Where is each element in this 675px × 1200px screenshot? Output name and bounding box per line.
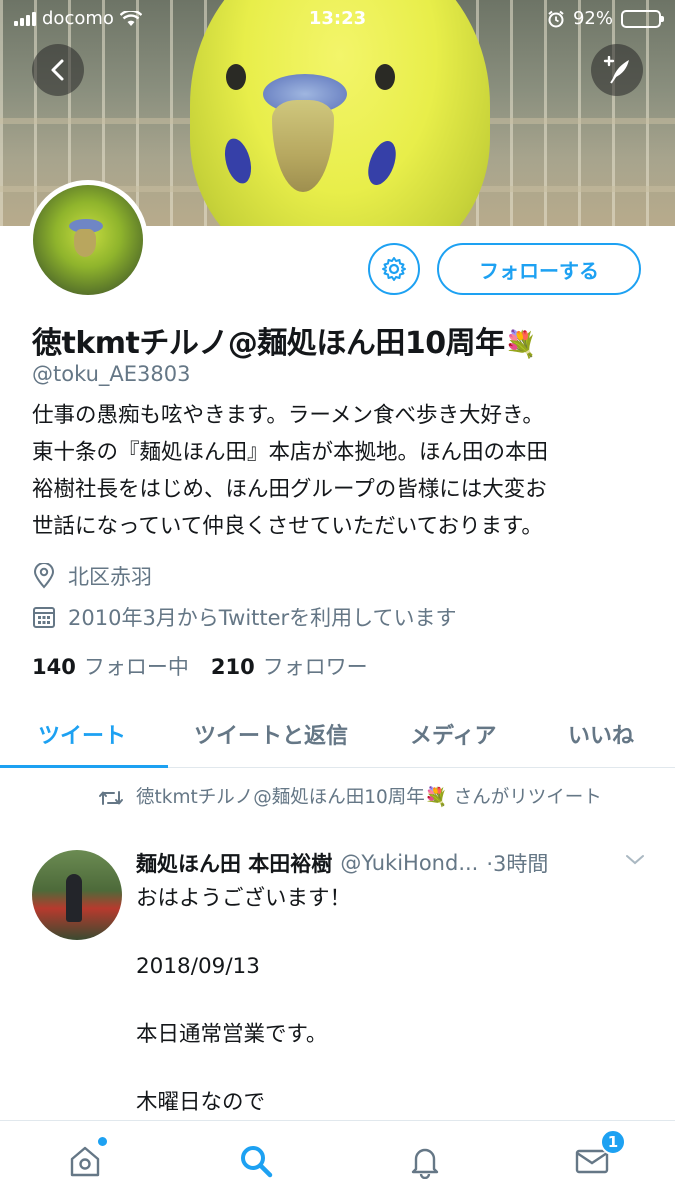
profile-display-name: 徳tkmtチルノ@麺処ほん田10周年💐 (32, 318, 537, 362)
display-name-text: 徳tkmtチルノ@麺処ほん田10周年 (32, 326, 505, 361)
location-text: 北区赤羽 (68, 565, 152, 589)
profile-settings-button[interactable] (368, 243, 420, 295)
followers-count: 210 (210, 655, 255, 679)
chevron-left-icon (51, 59, 64, 81)
tweet-line: おはようございます！ (136, 886, 352, 911)
tweet-header: 麺処ほん田 本田裕樹 @YukiHond... ·3時間 (136, 848, 646, 878)
retweet-context-text: 徳tkmtチルノ@麺処ほん田10周年💐 さんがリツイート (136, 787, 602, 808)
bio-line: 裕樹社長をはじめ、ほん田グループの皆様には大変お (32, 477, 547, 502)
tweet-line: 木曜日なので (136, 1090, 266, 1115)
nav-search[interactable] (234, 1139, 278, 1183)
profile-location: 北区赤羽 (32, 561, 152, 591)
tweet-line: 本日通常営業です。 (136, 1022, 328, 1047)
follow-button[interactable]: フォローする (437, 243, 641, 295)
tab-media[interactable]: メディア (410, 718, 496, 750)
retweet-icon (99, 791, 123, 805)
bio-line: 世話になっていて仲良くさせていただいております。 (32, 514, 543, 539)
tweet-line: 2018/09/13 (136, 954, 260, 979)
tab-tweets[interactable]: ツイート (38, 718, 126, 750)
gear-icon (382, 257, 406, 281)
battery-icon (621, 9, 664, 28)
compose-feather-icon (603, 56, 629, 84)
following-link[interactable]: 140 フォロー中 (32, 651, 189, 681)
profile-avatar[interactable] (28, 180, 148, 300)
following-count: 140 (32, 655, 76, 679)
active-tab-indicator (0, 765, 168, 768)
home-icon (70, 1146, 100, 1177)
nav-messages[interactable]: 1 (570, 1129, 626, 1183)
parakeet-eye (226, 64, 246, 90)
followers-link[interactable]: 210 フォロワー (211, 651, 368, 681)
tab-likes[interactable]: いいね (568, 718, 634, 750)
tweet-line (136, 1052, 351, 1086)
tweet-author-handle: @YukiHond... (340, 851, 479, 875)
tweet-author-name[interactable]: 麺処ほん田 本田裕樹 (136, 848, 332, 878)
profile-bio: 仕事の愚痴も呟やきます。ラーメン食べ歩き大好き。 東十条の『麺処ほん田』本店が本… (32, 397, 647, 545)
tab-tweets-and-replies[interactable]: ツイートと返信 (194, 718, 348, 750)
tweet-author-avatar[interactable] (32, 850, 122, 940)
bell-icon (411, 1148, 439, 1179)
profile-tabs: ツイート ツイートと返信 メディア いいね (0, 706, 675, 768)
location-pin-icon (33, 563, 55, 589)
join-date-text: 2010年3月からTwitterを利用しています (68, 606, 457, 630)
messages-badge: 1 (600, 1129, 626, 1155)
retweet-context[interactable]: 徳tkmtチルノ@麺処ほん田10周年💐 さんがリツイート (98, 784, 618, 811)
bio-line: 東十条の『麺処ほん田』本店が本拠地。ほん田の本田 (32, 440, 549, 465)
tweet-line (136, 984, 351, 1018)
bio-line: 仕事の愚痴も呟やきます。ラーメン食べ歩き大好き。 (32, 403, 544, 428)
search-icon (241, 1146, 273, 1178)
alarm-icon (548, 10, 564, 27)
nav-notifications[interactable] (403, 1139, 447, 1183)
back-button[interactable] (32, 44, 84, 96)
profile-handle: @toku_AE3803 (32, 362, 191, 386)
home-new-dot (98, 1137, 107, 1146)
follow-counts: 140 フォロー中 210 フォロワー (32, 651, 368, 681)
tweet-line (136, 916, 351, 950)
battery-percent: 92% (572, 8, 613, 29)
status-bar: docomo 13:23 92% (0, 0, 675, 36)
profile-join-date: 2010年3月からTwitterを利用しています (32, 602, 457, 632)
followers-label: フォロワー (262, 655, 368, 679)
bottom-navigation-bar: 1 (0, 1120, 675, 1200)
nav-home[interactable] (63, 1137, 107, 1183)
avatar-parakeet-beak (74, 229, 96, 257)
calendar-icon (33, 607, 55, 628)
chevron-down-icon[interactable] (624, 852, 646, 868)
avatar-person-figure (66, 874, 82, 922)
bouquet-emoji: 💐 (504, 330, 537, 360)
tweet-body: おはようございます！ 2018/09/13 本日通常営業です。 木曜日なので (136, 882, 351, 1120)
compose-tweet-button[interactable] (591, 44, 643, 96)
following-label: フォロー中 (83, 655, 189, 679)
tweet-timestamp: ·3時間 (486, 852, 549, 876)
parakeet-eye (375, 64, 395, 90)
status-right-group: 92% (547, 8, 664, 29)
